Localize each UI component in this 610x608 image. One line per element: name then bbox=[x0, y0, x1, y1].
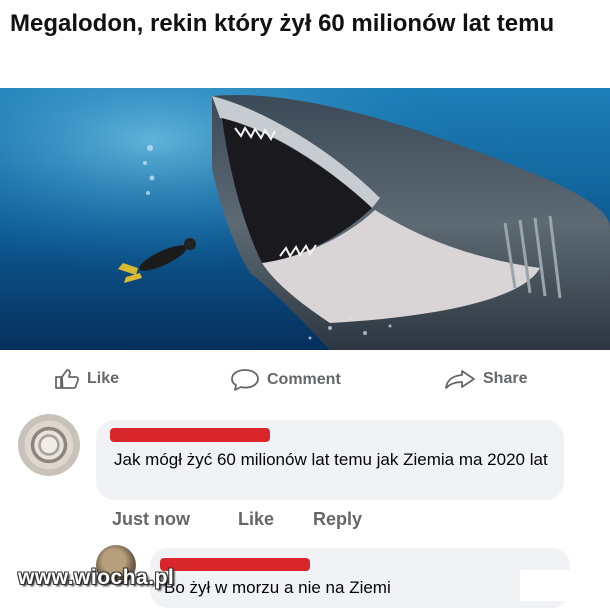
reply-text: Bo żył w morzu a nie na Ziemi bbox=[164, 578, 391, 597]
commenter-avatar[interactable] bbox=[18, 414, 80, 476]
share-button[interactable]: Share bbox=[444, 368, 527, 390]
comment-label: Comment bbox=[267, 371, 341, 388]
post-actions: Like Comment Share bbox=[0, 362, 610, 398]
comment-timestamp: Just now bbox=[112, 509, 191, 529]
post-image[interactable] bbox=[0, 88, 610, 350]
like-button[interactable]: Like bbox=[54, 368, 119, 390]
share-arrow-icon bbox=[445, 370, 475, 389]
watermark: www.wiocha.pl bbox=[18, 566, 175, 589]
comment-like-link[interactable]: Like bbox=[238, 509, 274, 530]
comment-button[interactable]: Comment bbox=[230, 368, 341, 392]
redacted-reply-name bbox=[160, 558, 310, 571]
speech-bubble-icon bbox=[231, 369, 259, 391]
post-title: Megalodon, rekin który żył 60 milionów l… bbox=[10, 10, 555, 37]
comment-text: Jak mógł żyć 60 milionów lat temu jak Zi… bbox=[114, 450, 548, 469]
comment-reply-link[interactable]: Reply bbox=[313, 509, 362, 530]
bottom-cover bbox=[520, 570, 610, 601]
like-label: Like bbox=[87, 370, 120, 387]
reply-bubble: Bo żył w morzu a nie na Ziemi bbox=[150, 548, 570, 608]
megalodon-photo bbox=[0, 88, 610, 350]
share-label: Share bbox=[483, 370, 528, 387]
thumbs-up-icon bbox=[55, 369, 80, 389]
redacted-commenter-name bbox=[110, 428, 270, 442]
comment-bubble: Jak mógł żyć 60 milionów lat temu jak Zi… bbox=[96, 420, 564, 500]
